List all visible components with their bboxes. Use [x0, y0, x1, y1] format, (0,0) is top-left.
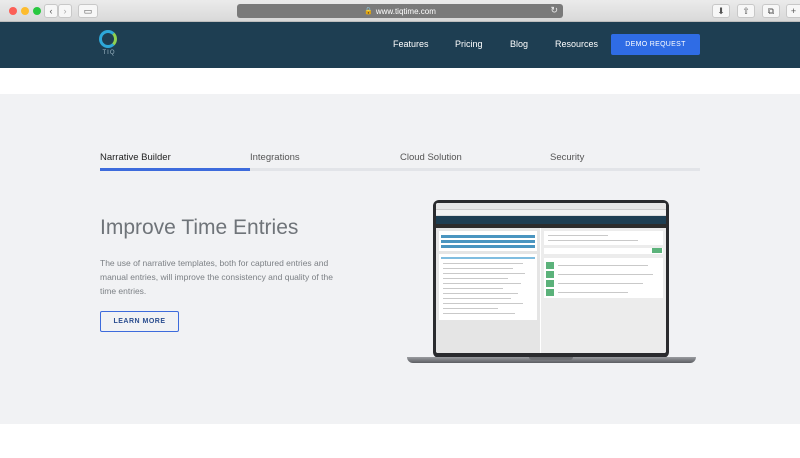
tab-security[interactable]: Security — [550, 152, 584, 163]
zoom-window-button[interactable] — [33, 7, 41, 15]
back-button[interactable]: ‹ — [44, 4, 58, 18]
laptop-screenshot-illustration — [407, 200, 696, 366]
minimize-window-button[interactable] — [21, 7, 29, 15]
reload-icon[interactable]: ↻ — [550, 5, 558, 16]
footer-gap — [0, 424, 800, 458]
header-gap — [0, 68, 800, 94]
close-window-button[interactable] — [9, 7, 17, 15]
downloads-button[interactable]: ⬇ — [712, 4, 730, 18]
new-tab-button[interactable]: + — [786, 4, 800, 18]
feature-section: Narrative Builder Integrations Cloud Sol… — [0, 94, 800, 424]
tiq-logo[interactable]: TIQ — [99, 30, 119, 60]
learn-more-button[interactable]: LEARN MORE — [100, 311, 179, 332]
laptop-screen — [436, 203, 666, 353]
browser-toolbar: ‹ › ▭ 🔒 www.tiqtime.com ↻ ⬇ ⇧ ⧉ + — [0, 0, 800, 22]
feature-title: Improve Time Entries — [100, 216, 299, 239]
plus-icon: + — [790, 6, 797, 16]
chevron-right-icon: › — [63, 6, 67, 16]
lock-icon: 🔒 — [364, 8, 373, 15]
tabs-overview-button[interactable]: ⧉ — [762, 4, 780, 18]
nav-pricing[interactable]: Pricing — [455, 39, 483, 49]
logo-text: TIQ — [102, 50, 116, 56]
laptop-notch — [529, 357, 573, 360]
share-button[interactable]: ⇧ — [737, 4, 755, 18]
feature-description: The use of narrative templates, both for… — [100, 258, 333, 296]
tab-cloud-solution[interactable]: Cloud Solution — [400, 152, 462, 163]
demo-request-button[interactable]: DEMO REQUEST — [611, 34, 700, 55]
address-bar[interactable]: 🔒 www.tiqtime.com ↻ — [237, 4, 563, 18]
forward-button[interactable]: › — [58, 4, 72, 18]
sidebar-toggle-button[interactable]: ▭ — [78, 4, 98, 18]
site-header: TIQ Features Pricing Blog Resources DEMO… — [0, 22, 800, 68]
url-text: www.tiqtime.com — [375, 6, 436, 16]
share-icon: ⇧ — [742, 5, 750, 16]
nav-blog[interactable]: Blog — [510, 39, 528, 49]
chevron-left-icon: ‹ — [49, 6, 53, 16]
tab-narrative-builder[interactable]: Narrative Builder — [100, 152, 171, 163]
logo-ring-icon — [99, 30, 117, 48]
nav-features[interactable]: Features — [393, 39, 429, 49]
tab-integrations[interactable]: Integrations — [250, 152, 300, 163]
sidebar-icon: ▭ — [83, 5, 93, 16]
tabs-icon: ⧉ — [767, 5, 775, 16]
nav-resources[interactable]: Resources — [555, 39, 598, 49]
laptop-lid — [433, 200, 669, 358]
tab-active-indicator — [100, 168, 250, 171]
download-icon: ⬇ — [717, 5, 725, 16]
